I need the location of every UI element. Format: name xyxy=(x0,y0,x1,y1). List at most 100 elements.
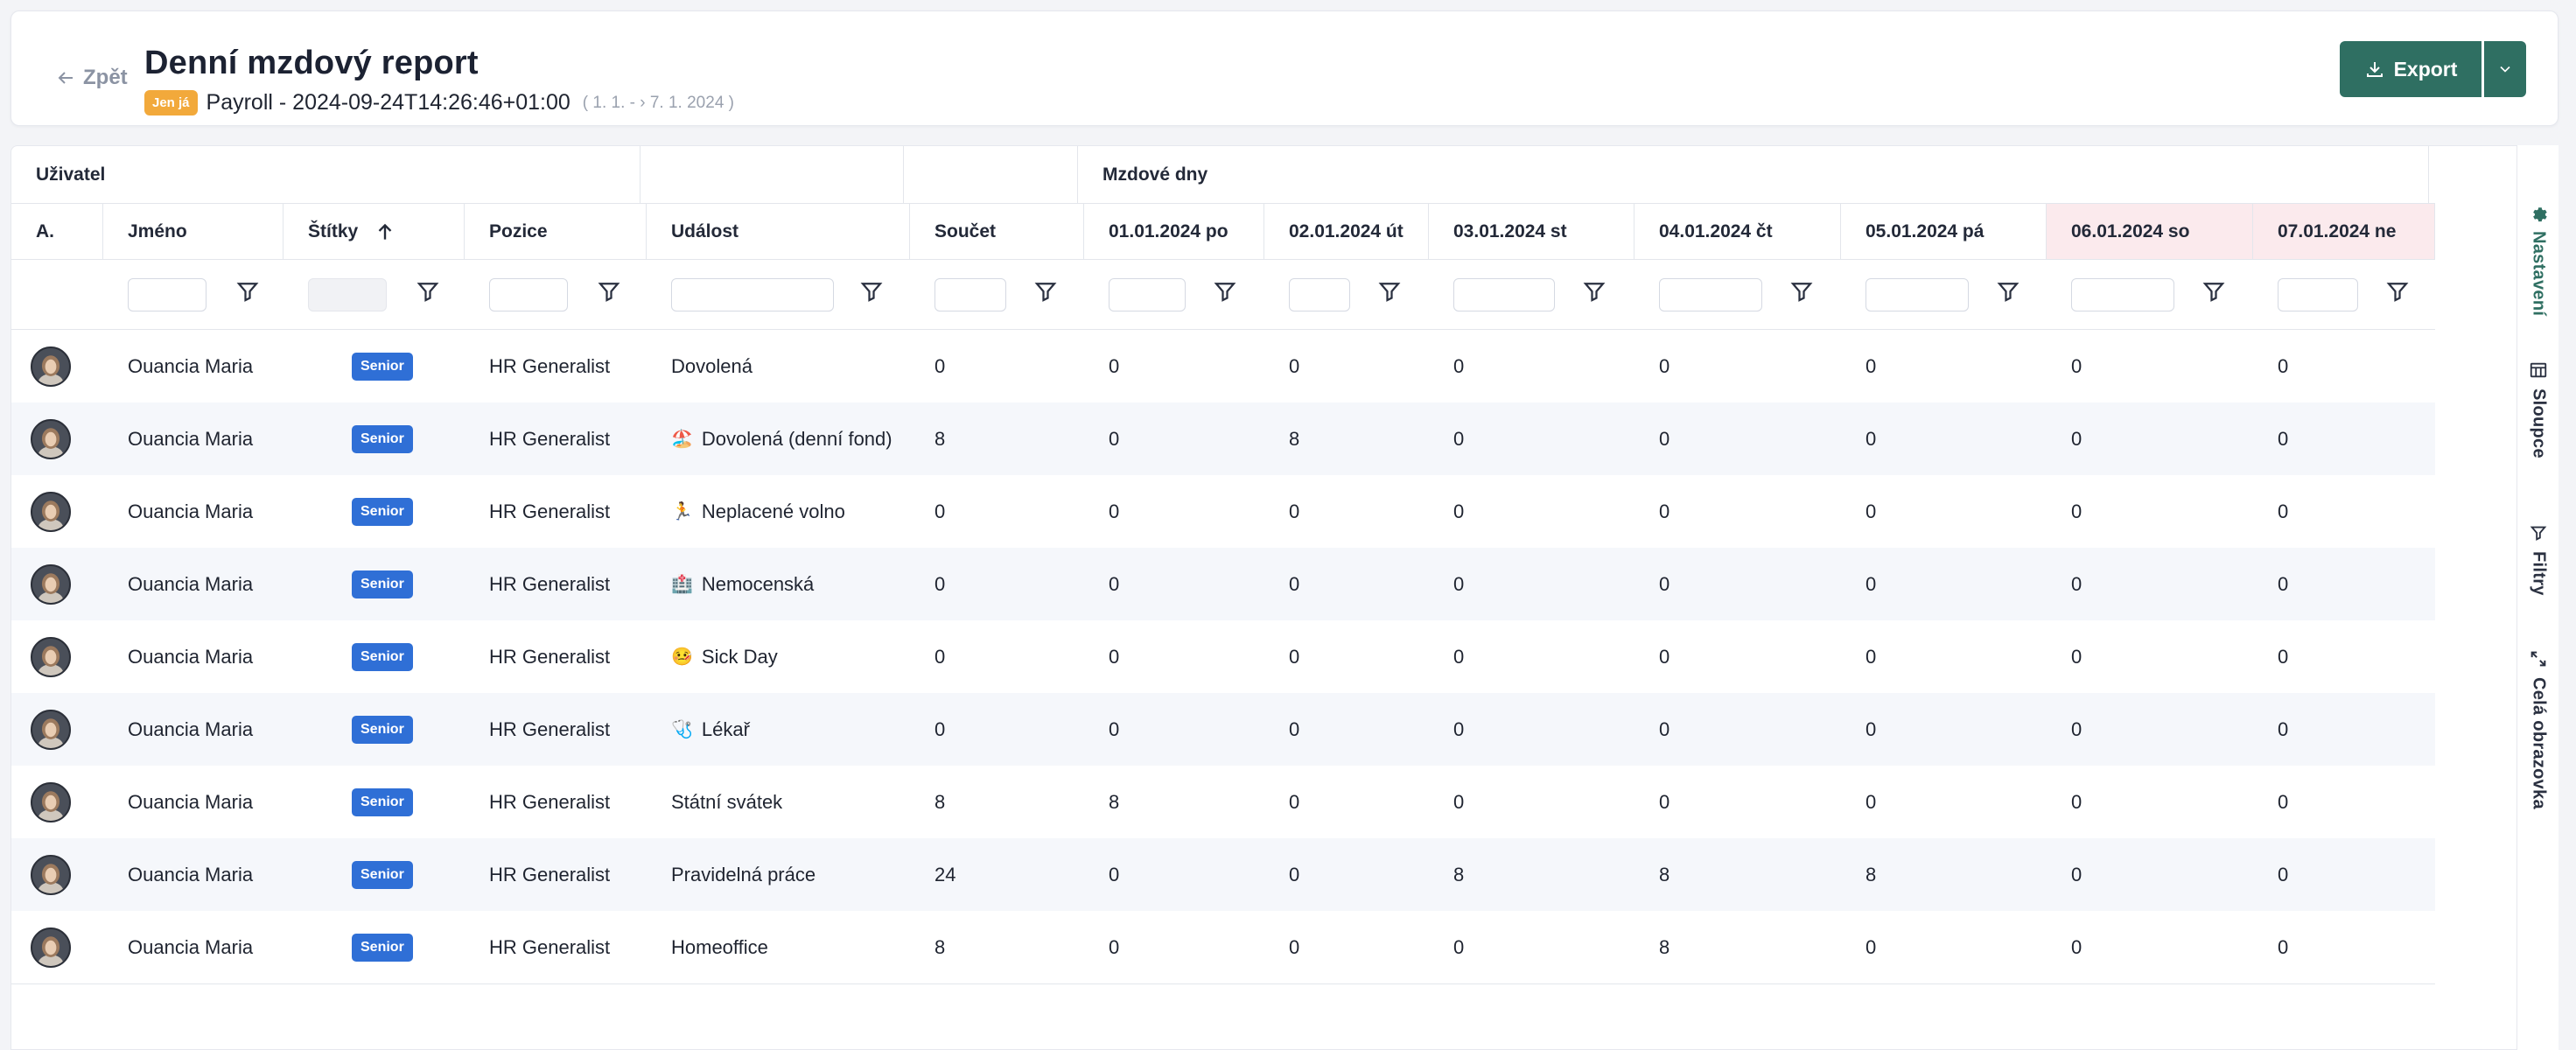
cell-day-value: 0 xyxy=(1109,427,1120,450)
filter-icon[interactable] xyxy=(1032,278,1059,304)
filter-input-day[interactable] xyxy=(1866,277,1969,312)
cell-day-value: 0 xyxy=(1109,354,1120,377)
filter-icon[interactable] xyxy=(1212,278,1238,304)
cell-day-value: 8 xyxy=(1289,427,1300,450)
filter-input-day[interactable] xyxy=(1289,277,1350,312)
report-grid: Uživatel Mzdové dny A. Jméno Štítky Pozi… xyxy=(11,146,2435,984)
filter-input-day[interactable] xyxy=(1109,277,1186,312)
cell-day-value: 8 xyxy=(1659,935,1670,958)
filter-input-day[interactable] xyxy=(2278,277,2358,312)
back-button[interactable]: Zpět xyxy=(55,66,128,90)
tag-badge: Senior xyxy=(352,715,413,744)
table-row[interactable]: Ouancia Maria Senior HR Generalist Dovolená… xyxy=(11,330,2435,402)
avatar[interactable] xyxy=(31,636,71,677)
avatar[interactable] xyxy=(31,854,71,895)
cell-day-value: 0 xyxy=(1866,935,1877,958)
cell-sum: 24 xyxy=(934,863,956,886)
avatar[interactable] xyxy=(31,709,71,750)
column-header-position[interactable]: Pozice xyxy=(465,204,647,259)
table-row[interactable]: Ouancia Maria Senior HR Generalist Státní s… xyxy=(11,766,2435,838)
table-body: Ouancia Maria Senior HR Generalist Dovolená… xyxy=(11,330,2435,984)
filter-cell-day xyxy=(1634,260,1841,329)
sidebar-item-columns[interactable]: Sloupce xyxy=(2517,360,2559,458)
group-empty-event xyxy=(640,146,904,203)
arrow-left-icon xyxy=(58,72,73,84)
column-header-event[interactable]: Událost xyxy=(647,204,910,259)
sidebar-item-fullscreen[interactable]: Celá obrazovka xyxy=(2517,649,2559,809)
table-row[interactable]: Ouancia Maria Senior HR Generalist 🤒 Sick Da… xyxy=(11,620,2435,693)
filter-icon[interactable] xyxy=(234,278,261,304)
cell-day-value: 0 xyxy=(2278,863,2289,886)
filter-input-day[interactable] xyxy=(1453,277,1555,312)
filter-input-day[interactable] xyxy=(1659,277,1762,312)
cell-sum: 0 xyxy=(934,718,946,740)
filter-icon[interactable] xyxy=(596,278,622,304)
filter-input-name[interactable] xyxy=(128,277,206,312)
cell-position: HR Generalist xyxy=(489,354,611,377)
cell-day-value: 0 xyxy=(1109,718,1120,740)
cell-day-value: 0 xyxy=(2278,572,2289,595)
cell-sum: 0 xyxy=(934,354,946,377)
sidebar-item-settings[interactable]: Nastavení xyxy=(2517,203,2559,316)
cell-position: HR Generalist xyxy=(489,645,611,668)
column-header-day[interactable]: 04.01.2024 čt xyxy=(1634,204,1841,259)
filter-icon[interactable] xyxy=(1788,278,1815,304)
filter-icon[interactable] xyxy=(2384,278,2411,304)
tag-badge: Senior xyxy=(352,860,413,889)
column-header-day-weekend[interactable]: 06.01.2024 so xyxy=(2047,204,2253,259)
tag-badge: Senior xyxy=(352,352,413,381)
avatar[interactable] xyxy=(31,564,71,605)
filter-cell-day xyxy=(2047,260,2253,329)
filter-input-event[interactable] xyxy=(671,277,834,312)
table-row[interactable]: Ouancia Maria Senior HR Generalist 🏖️ Dovole… xyxy=(11,402,2435,475)
filter-cell-position xyxy=(465,260,647,329)
filter-input-sum[interactable] xyxy=(934,277,1006,312)
cell-day-value: 0 xyxy=(1453,354,1465,377)
table-row[interactable]: Ouancia Maria Senior HR Generalist 🩺 Lékař 0 0… xyxy=(11,693,2435,766)
avatar[interactable] xyxy=(31,346,71,387)
avatar-cell xyxy=(11,402,103,475)
filter-icon[interactable] xyxy=(1995,278,2021,304)
filter-cell-day xyxy=(2253,260,2435,329)
avatar[interactable] xyxy=(31,927,71,968)
avatar[interactable] xyxy=(31,491,71,532)
cell-name: Ouancia Maria xyxy=(128,354,254,377)
column-header-day[interactable]: 05.01.2024 pá xyxy=(1841,204,2047,259)
table-row[interactable]: Ouancia Maria Senior HR Generalist Homeoffi… xyxy=(11,911,2435,984)
filter-input-position[interactable] xyxy=(489,277,568,312)
column-header-day[interactable]: 02.01.2024 út xyxy=(1264,204,1429,259)
cell-name: Ouancia Maria xyxy=(128,863,254,886)
cell-day-value: 0 xyxy=(2071,718,2082,740)
export-options-button[interactable] xyxy=(2484,41,2526,97)
group-user: Uživatel xyxy=(11,146,640,203)
column-header-tags[interactable]: Štítky xyxy=(284,204,465,259)
event-label: Státní svátek xyxy=(671,790,783,813)
export-button[interactable]: Export xyxy=(2340,41,2482,97)
filter-icon[interactable] xyxy=(1376,278,1403,304)
cell-day-value: 0 xyxy=(2278,790,2289,813)
sidebar-item-filters[interactable]: Filtry xyxy=(2517,523,2559,596)
table-row[interactable]: Ouancia Maria Senior HR Generalist 🏃 Neplace… xyxy=(11,475,2435,548)
cell-day-value: 0 xyxy=(2071,572,2082,595)
filter-icon[interactable] xyxy=(1581,278,1607,304)
table-row[interactable]: Ouancia Maria Senior HR Generalist Pravidel… xyxy=(11,838,2435,911)
column-header-day[interactable]: 01.01.2024 po xyxy=(1084,204,1264,259)
filter-input-tags xyxy=(308,277,387,312)
filter-icon[interactable] xyxy=(858,278,885,304)
cell-day-value: 0 xyxy=(1866,354,1877,377)
cell-day-value: 0 xyxy=(1109,500,1120,522)
cell-event: Homeoffice xyxy=(647,911,910,984)
column-header-name[interactable]: Jméno xyxy=(103,204,284,259)
event-icon: 🤒 xyxy=(671,648,693,667)
column-header-sum[interactable]: Součet xyxy=(910,204,1084,259)
filter-icon[interactable] xyxy=(415,278,441,304)
avatar[interactable] xyxy=(31,781,71,822)
column-header-day[interactable]: 03.01.2024 st xyxy=(1429,204,1634,259)
filter-icon[interactable] xyxy=(2201,278,2227,304)
column-header-avatar[interactable]: A. xyxy=(11,204,103,259)
cell-day-value: 0 xyxy=(2278,500,2289,522)
column-header-day-weekend[interactable]: 07.01.2024 ne xyxy=(2253,204,2435,259)
table-row[interactable]: Ouancia Maria Senior HR Generalist 🏥 Nemocen… xyxy=(11,548,2435,620)
avatar[interactable] xyxy=(31,418,71,459)
filter-input-day[interactable] xyxy=(2071,277,2174,312)
